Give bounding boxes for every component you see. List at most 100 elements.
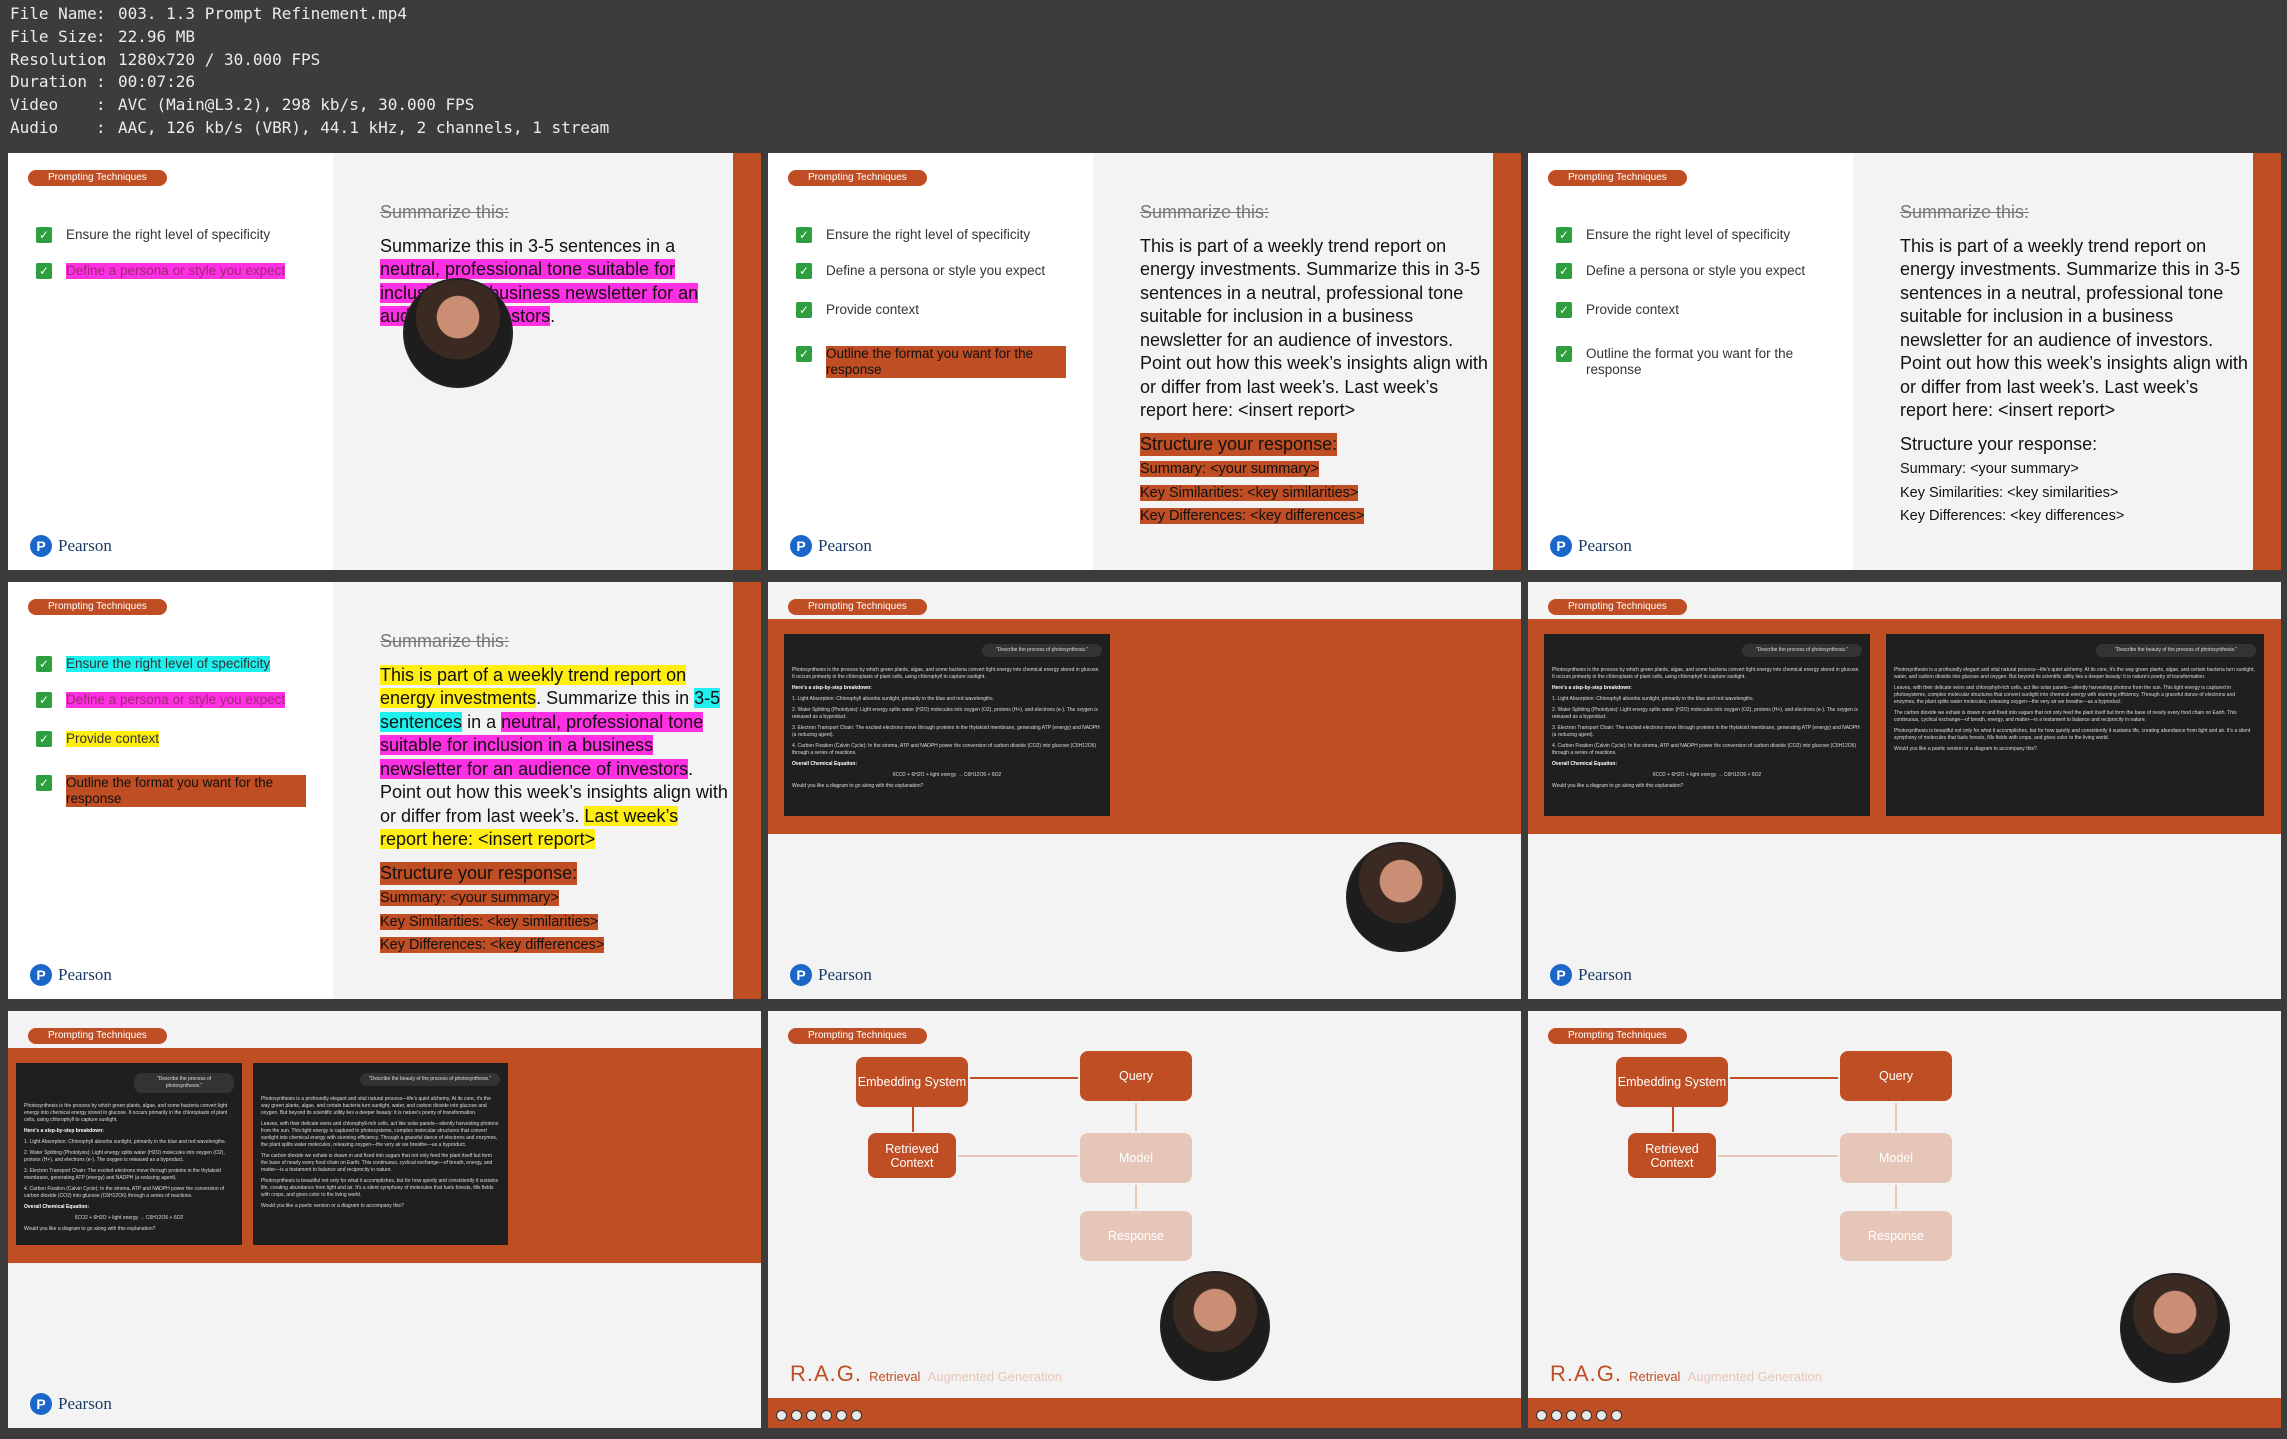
response-box: Response bbox=[1840, 1211, 1952, 1261]
thumbnail-frame-8[interactable]: Prompting Techniques Embedding System Qu… bbox=[768, 1011, 1521, 1428]
info-row: Video: AVC (Main@L3.2), 298 kb/s, 30.000 … bbox=[10, 95, 475, 115]
checklist-item: ✓ Ensure the right level of specificity bbox=[796, 227, 1096, 243]
checklist-item: ✓ Provide context bbox=[1556, 302, 1856, 318]
slide-bottom-band bbox=[1528, 1398, 2281, 1428]
check-icon: ✓ bbox=[1556, 263, 1572, 279]
prev-icon bbox=[1536, 1410, 1547, 1421]
check-icon: ✓ bbox=[36, 775, 52, 791]
presenter-webcam bbox=[2120, 1273, 2230, 1383]
pearson-logo: P Pearson bbox=[30, 535, 112, 557]
thumbnail-frame-2[interactable]: Prompting Techniques ✓ Ensure the right l… bbox=[768, 153, 1521, 570]
checklist-item: ✓ Outline the format you want for the res… bbox=[1556, 346, 1826, 378]
thumbnail-frame-9[interactable]: Prompting Techniques Embedding System Qu… bbox=[1528, 1011, 2281, 1428]
slide-accent-stripe bbox=[733, 153, 761, 570]
chat-response-card: "Describe the beauty of the process of p… bbox=[253, 1063, 508, 1245]
checklist-item: ✓ Ensure the right level of specificity bbox=[36, 227, 336, 243]
slide-left-panel bbox=[8, 153, 333, 570]
info-row: File Size:22.96 MB bbox=[10, 26, 196, 46]
chat-response-card: "Describe the process of photosynthesis.… bbox=[1544, 634, 1870, 816]
pen-icon bbox=[1551, 1410, 1562, 1421]
rag-title: R.A.G. Retrieval Augmented Generation bbox=[1550, 1361, 1822, 1386]
check-icon: ✓ bbox=[36, 656, 52, 672]
pearson-logo: P Pearson bbox=[1550, 964, 1632, 986]
check-icon: ✓ bbox=[36, 731, 52, 747]
check-icon: ✓ bbox=[36, 227, 52, 243]
section-pill: Prompting Techniques bbox=[28, 170, 167, 186]
check-icon: ✓ bbox=[36, 692, 52, 708]
model-box: Model bbox=[1840, 1133, 1952, 1183]
model-box: Model bbox=[1080, 1133, 1192, 1183]
thumbnail-frame-6[interactable]: Prompting Techniques "Describe the proce… bbox=[1528, 582, 2281, 999]
check-icon: ✓ bbox=[796, 302, 812, 318]
retrieved-context-box: Retrieved Context bbox=[1628, 1133, 1716, 1178]
thumbnail-frame-4[interactable]: Prompting Techniques ✓ Ensure the right l… bbox=[8, 582, 761, 999]
prev-icon bbox=[776, 1410, 787, 1421]
query-box: Query bbox=[1080, 1051, 1192, 1101]
more-icon bbox=[1596, 1410, 1607, 1421]
thumbnail-frame-5[interactable]: Prompting Techniques "Describe the proce… bbox=[768, 582, 1521, 999]
rag-title: R.A.G. Retrieval Augmented Generation bbox=[790, 1361, 1062, 1386]
section-pill: Prompting Techniques bbox=[28, 599, 167, 615]
grid-icon bbox=[1566, 1410, 1577, 1421]
checklist-item: ✓ Outline the format you want for the res… bbox=[36, 775, 306, 807]
pen-icon bbox=[791, 1410, 802, 1421]
check-icon: ✓ bbox=[796, 227, 812, 243]
info-row: Audio: AAC, 126 kb/s (VBR), 44.1 kHz, 2 c… bbox=[10, 117, 610, 137]
grid-icon bbox=[806, 1410, 817, 1421]
chat-response-card: "Describe the process of photosynthesis.… bbox=[784, 634, 1110, 816]
checklist-item: ✓ Ensure the right level of specificity bbox=[36, 656, 336, 672]
checklist-item: ✓ Outline the format you want for the res… bbox=[796, 346, 1066, 378]
info-row: Resolution:1280x720 / 30.000 FPS bbox=[10, 49, 321, 69]
presenter-webcam bbox=[1346, 842, 1456, 952]
pearson-logo: P Pearson bbox=[790, 964, 872, 986]
thumbnail-frame-7[interactable]: Prompting Techniques "Describe the proce… bbox=[8, 1011, 761, 1428]
checklist-item: ✓ Define a persona or style you expect bbox=[36, 263, 336, 279]
slideshow-controls[interactable] bbox=[776, 1410, 862, 1421]
prompt-text: Summarize this: This is part of a weekly… bbox=[380, 631, 728, 953]
checklist-item: ✓ Provide context bbox=[796, 302, 1096, 318]
checklist-item: ✓ Ensure the right level of specificity bbox=[1556, 227, 1856, 243]
chat-response-card: "Describe the process of photosynthesis.… bbox=[16, 1063, 242, 1245]
check-icon: ✓ bbox=[1556, 346, 1572, 362]
next-icon bbox=[1611, 1410, 1622, 1421]
embedding-system-box: Embedding System bbox=[856, 1057, 968, 1107]
pearson-logo: P Pearson bbox=[30, 1393, 112, 1415]
zoom-icon bbox=[821, 1410, 832, 1421]
file-info-header: File Name:003. 1.3 Prompt Refinement.mp4… bbox=[0, 0, 2287, 150]
pearson-logo: P Pearson bbox=[790, 535, 872, 557]
section-pill: Prompting Techniques bbox=[788, 1028, 927, 1044]
slide-bottom-band bbox=[768, 1398, 1521, 1428]
more-icon bbox=[836, 1410, 847, 1421]
section-pill: Prompting Techniques bbox=[28, 1028, 167, 1044]
pearson-logo: P Pearson bbox=[1550, 535, 1632, 557]
check-icon: ✓ bbox=[36, 263, 52, 279]
check-icon: ✓ bbox=[796, 346, 812, 362]
presenter-webcam bbox=[403, 278, 513, 388]
info-row: Duration:00:07:26 bbox=[10, 72, 196, 92]
info-row: File Name:003. 1.3 Prompt Refinement.mp4 bbox=[10, 4, 407, 23]
checklist-item: ✓ Define a persona or style you expect bbox=[36, 692, 336, 708]
response-box: Response bbox=[1080, 1211, 1192, 1261]
presenter-webcam bbox=[1160, 1271, 1270, 1381]
embedding-system-box: Embedding System bbox=[1616, 1057, 1728, 1107]
chat-response-card: "Describe the beauty of the process of p… bbox=[1886, 634, 2264, 816]
check-icon: ✓ bbox=[1556, 227, 1572, 243]
query-box: Query bbox=[1840, 1051, 1952, 1101]
checklist-item: ✓ Define a persona or style you expect bbox=[1556, 263, 1856, 279]
retrieved-context-box: Retrieved Context bbox=[868, 1133, 956, 1178]
check-icon: ✓ bbox=[796, 263, 812, 279]
prompt-text: Summarize this: This is part of a weekly… bbox=[1900, 202, 2248, 524]
section-pill: Prompting Techniques bbox=[1548, 1028, 1687, 1044]
section-pill: Prompting Techniques bbox=[1548, 599, 1687, 615]
section-pill: Prompting Techniques bbox=[788, 170, 927, 186]
section-pill: Prompting Techniques bbox=[788, 599, 927, 615]
slideshow-controls[interactable] bbox=[1536, 1410, 1622, 1421]
pearson-logo: P Pearson bbox=[30, 964, 112, 986]
thumbnail-frame-3[interactable]: Prompting Techniques ✓ Ensure the right l… bbox=[1528, 153, 2281, 570]
section-pill: Prompting Techniques bbox=[1548, 170, 1687, 186]
thumbnail-frame-1[interactable]: Prompting Techniques ✓ Ensure the right l… bbox=[8, 153, 761, 570]
zoom-icon bbox=[1581, 1410, 1592, 1421]
checklist-item: ✓ Define a persona or style you expect bbox=[796, 263, 1096, 279]
prompt-text: Summarize this: This is part of a weekly… bbox=[1140, 202, 1488, 524]
next-icon bbox=[851, 1410, 862, 1421]
